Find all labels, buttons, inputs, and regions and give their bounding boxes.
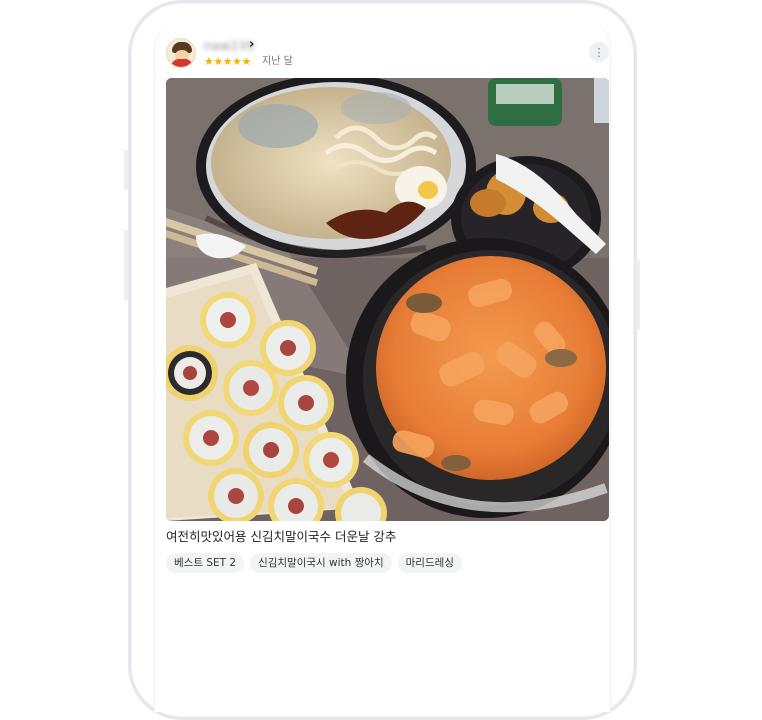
review-date: 지난 달 <box>262 56 293 67</box>
food-photo-illustration <box>166 78 609 521</box>
username[interactable]: naw239 <box>204 39 255 53</box>
more-options-button[interactable]: ⋮ <box>589 42 609 62</box>
menu-tag[interactable]: 베스트 SET 2 <box>166 553 245 573</box>
avatar[interactable] <box>166 38 196 68</box>
menu-tags: 베스트 SET 2 신김치말이국시 with 짱아치 마리드레싱 <box>166 553 462 573</box>
review-caption: 여전히맛있어용 신김치말이국수 더운날 강추 <box>166 529 397 544</box>
menu-tag[interactable]: 신김치말이국시 with 짱아치 <box>250 553 392 573</box>
phone-volume-button <box>124 150 128 190</box>
phone-side-button <box>124 230 128 300</box>
chevron-right-icon[interactable]: › <box>249 38 254 52</box>
review-header: naw239 › ★★★★★ 지난 달 ⋮ <box>166 36 612 72</box>
review-photo[interactable] <box>166 78 609 521</box>
phone-power-button <box>636 260 640 330</box>
menu-tag[interactable]: 마리드레싱 <box>397 553 462 573</box>
star-rating: ★★★★★ <box>204 55 251 68</box>
more-vertical-icon: ⋮ <box>593 45 605 59</box>
